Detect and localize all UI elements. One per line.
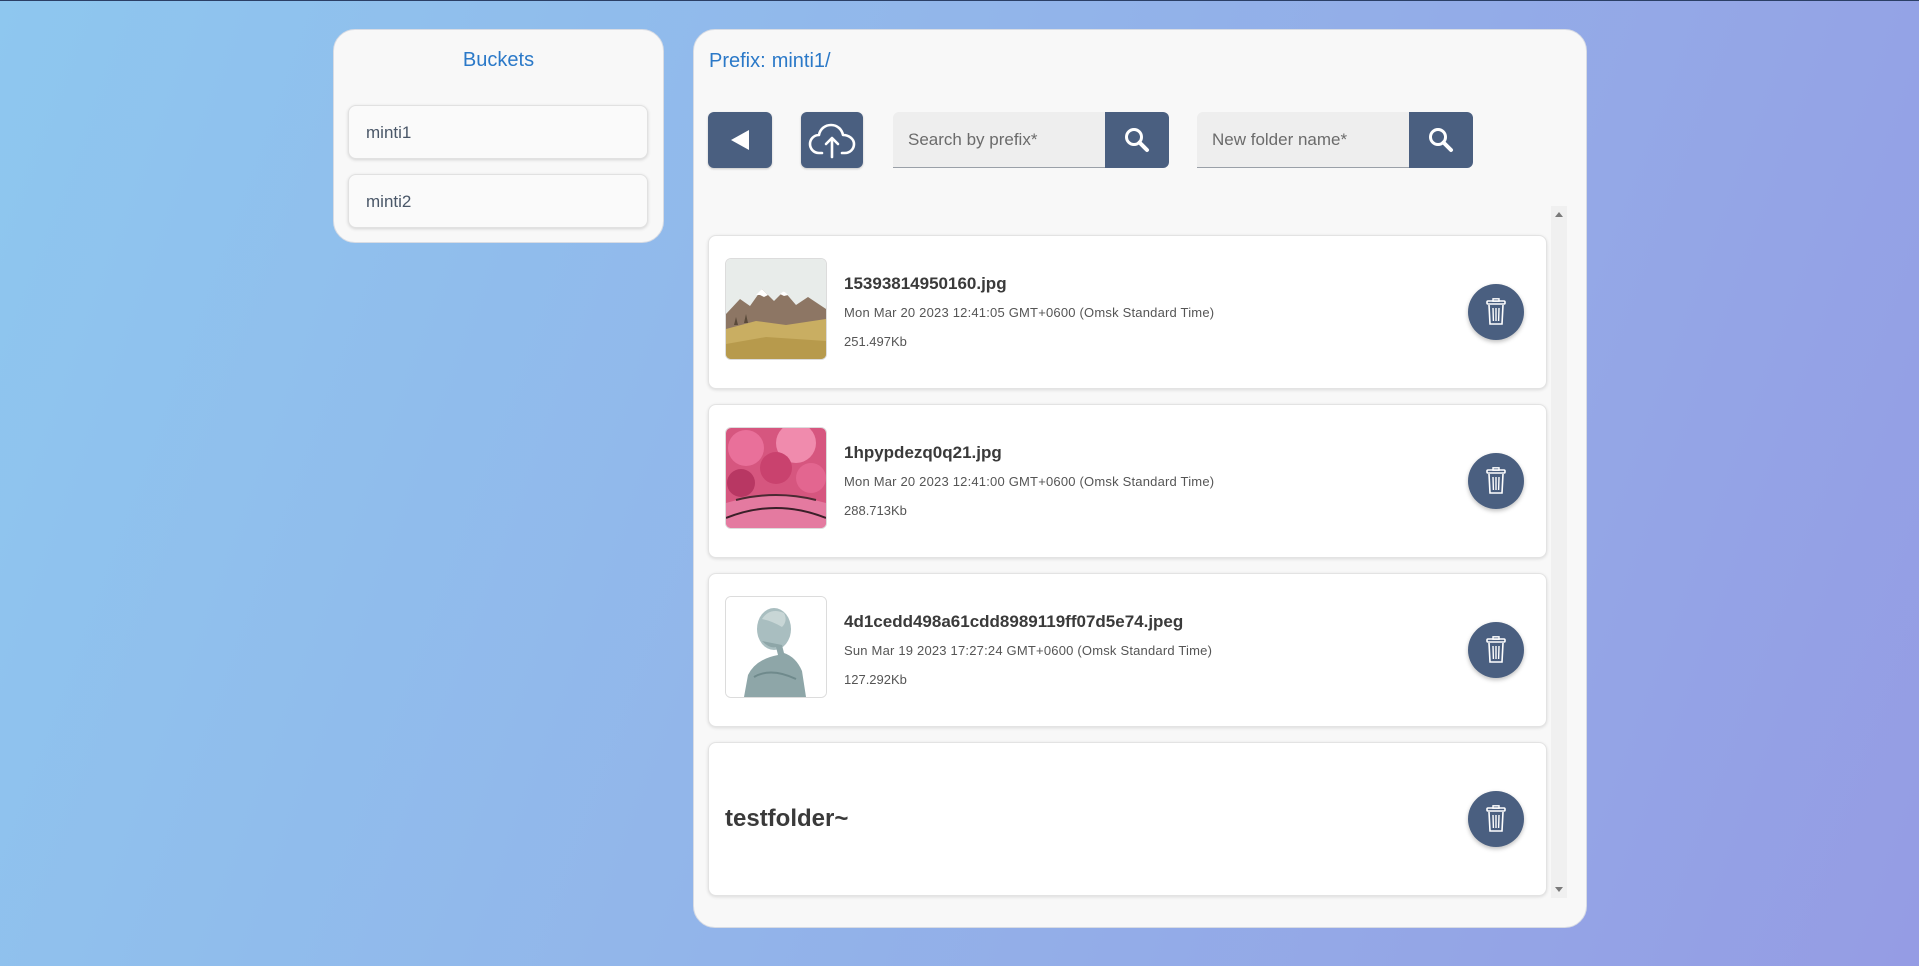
delete-button[interactable] <box>1468 453 1524 509</box>
cloud-upload-icon <box>808 123 856 159</box>
prefix-search-input[interactable] <box>893 112 1105 168</box>
file-date: Mon Mar 20 2023 12:41:00 GMT+0600 (Omsk … <box>844 474 1215 489</box>
object-list: 15393814950160.jpg Mon Mar 20 2023 12:41… <box>708 206 1548 896</box>
folder-name: testfolder~ <box>725 805 849 832</box>
file-thumbnail <box>725 596 827 698</box>
file-item[interactable]: 15393814950160.jpg Mon Mar 20 2023 12:41… <box>708 235 1547 389</box>
file-size: 251.497Kb <box>844 334 907 349</box>
prefix-search-group <box>893 112 1169 168</box>
delete-button[interactable] <box>1468 284 1524 340</box>
file-date: Sun Mar 19 2023 17:27:24 GMT+0600 (Omsk … <box>844 643 1213 658</box>
file-name: 15393814950160.jpg <box>844 274 1007 293</box>
search-icon <box>1125 128 1149 152</box>
prefix-search-button[interactable] <box>1105 112 1169 168</box>
scroll-up-arrow-icon[interactable] <box>1555 212 1563 217</box>
file-name: 1hpypdezq0q21.jpg <box>844 443 1002 462</box>
file-size: 288.713Kb <box>844 503 907 518</box>
trash-icon <box>1486 805 1506 832</box>
file-size: 127.292Kb <box>844 672 907 687</box>
file-thumbnail <box>725 427 827 529</box>
file-name: 4d1cedd498a61cdd8989119ff07d5e74.jpeg <box>844 612 1184 631</box>
file-date: Mon Mar 20 2023 12:41:05 GMT+0600 (Omsk … <box>844 305 1215 320</box>
trash-icon <box>1486 298 1506 325</box>
prefix-value: minti1/ <box>771 50 831 72</box>
search-icon <box>1429 128 1453 152</box>
buckets-panel: Buckets minti1 minti2 <box>333 29 664 243</box>
trash-icon <box>1486 636 1506 663</box>
back-button[interactable] <box>708 112 772 168</box>
bucket-item-minti2[interactable]: minti2 <box>348 174 648 228</box>
new-folder-input[interactable] <box>1197 112 1409 168</box>
buckets-title: Buckets <box>462 49 535 71</box>
top-border <box>0 0 1919 1</box>
delete-button[interactable] <box>1468 622 1524 678</box>
create-folder-button[interactable] <box>1409 112 1473 168</box>
file-thumbnail <box>725 258 827 360</box>
list-scrollbar[interactable] <box>1551 206 1567 898</box>
folder-item[interactable]: testfolder~ <box>708 742 1547 896</box>
cherry-blossom-image <box>726 428 826 528</box>
scroll-down-arrow-icon[interactable] <box>1555 887 1563 892</box>
back-arrow-icon <box>731 130 749 150</box>
objects-panel: Prefix: minti1/ Search by prefix* New fo… <box>693 29 1587 928</box>
delete-button[interactable] <box>1468 791 1524 847</box>
bucket-item-minti1[interactable]: minti1 <box>348 105 648 159</box>
portrait-image <box>726 597 826 697</box>
mountain-landscape-image <box>726 259 826 359</box>
upload-button[interactable] <box>801 112 863 168</box>
prefix-label: Prefix: <box>709 50 766 72</box>
file-item[interactable]: 4d1cedd498a61cdd8989119ff07d5e74.jpeg Su… <box>708 573 1547 727</box>
new-folder-group <box>1197 112 1473 168</box>
prefix-heading: Prefix: minti1/ <box>709 50 831 73</box>
trash-icon <box>1486 467 1506 494</box>
file-item[interactable]: 1hpypdezq0q21.jpg Mon Mar 20 2023 12:41:… <box>708 404 1547 558</box>
